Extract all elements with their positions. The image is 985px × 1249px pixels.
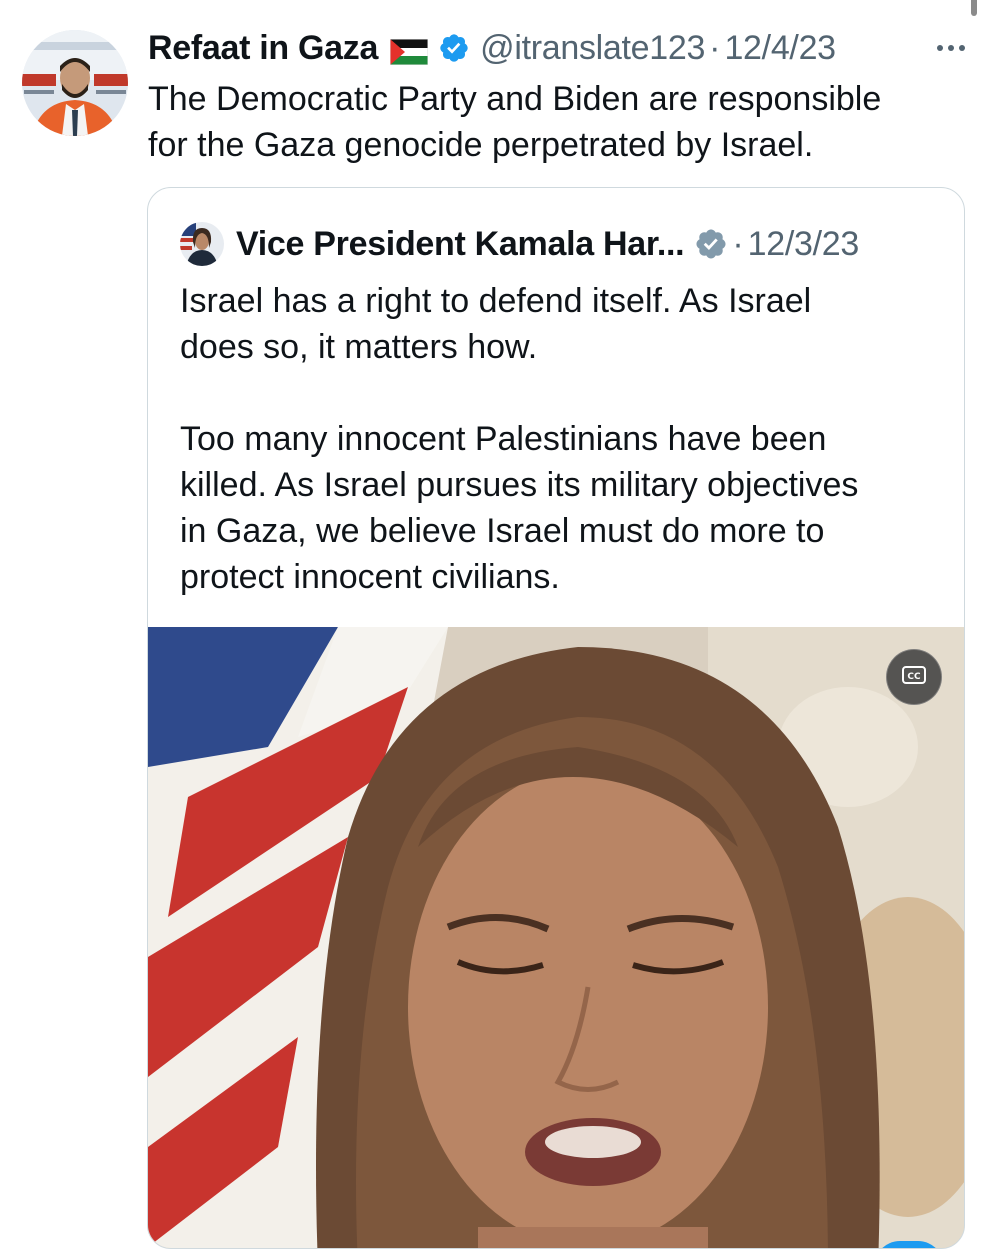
- more-icon[interactable]: [934, 26, 968, 70]
- closed-captions-label: CC: [907, 672, 921, 682]
- display-name[interactable]: Refaat in Gaza: [148, 29, 378, 68]
- verified-badge-icon[interactable]: [438, 32, 470, 64]
- tweet-header: Refaat in Gaza @itranslate123 · 12/4/23: [148, 26, 968, 70]
- quoted-display-name[interactable]: Vice President Kamala Har...: [236, 225, 685, 264]
- video-player[interactable]: CC: [148, 627, 964, 1248]
- video-frame: [148, 627, 964, 1248]
- quoted-avatar[interactable]: [180, 222, 224, 266]
- quoted-tweet-header: Vice President Kamala Har... · 12/3/23: [180, 216, 940, 272]
- quoted-tweet[interactable]: Vice President Kamala Har... · 12/3/23 I…: [147, 187, 965, 1249]
- tweet[interactable]: Refaat in Gaza @itranslate123 · 12/4/23: [0, 0, 985, 1249]
- tweet-date[interactable]: 12/4/23: [724, 29, 836, 68]
- tweet-text: The Democratic Party and Biden are respo…: [148, 80, 882, 164]
- closed-captions-button[interactable]: CC: [886, 649, 942, 705]
- government-badge-icon[interactable]: [694, 227, 728, 261]
- avatar[interactable]: [22, 30, 128, 136]
- closed-captions-icon: CC: [902, 665, 926, 689]
- quoted-tweet-text: Israel has a right to defend itself. As …: [180, 282, 859, 596]
- quoted-tweet-date[interactable]: 12/3/23: [748, 225, 860, 264]
- separator-dot: ·: [709, 28, 721, 67]
- quoted-separator-dot: ·: [732, 224, 744, 263]
- handle[interactable]: @itranslate123: [480, 29, 705, 68]
- palestine-flag-icon: [389, 35, 429, 66]
